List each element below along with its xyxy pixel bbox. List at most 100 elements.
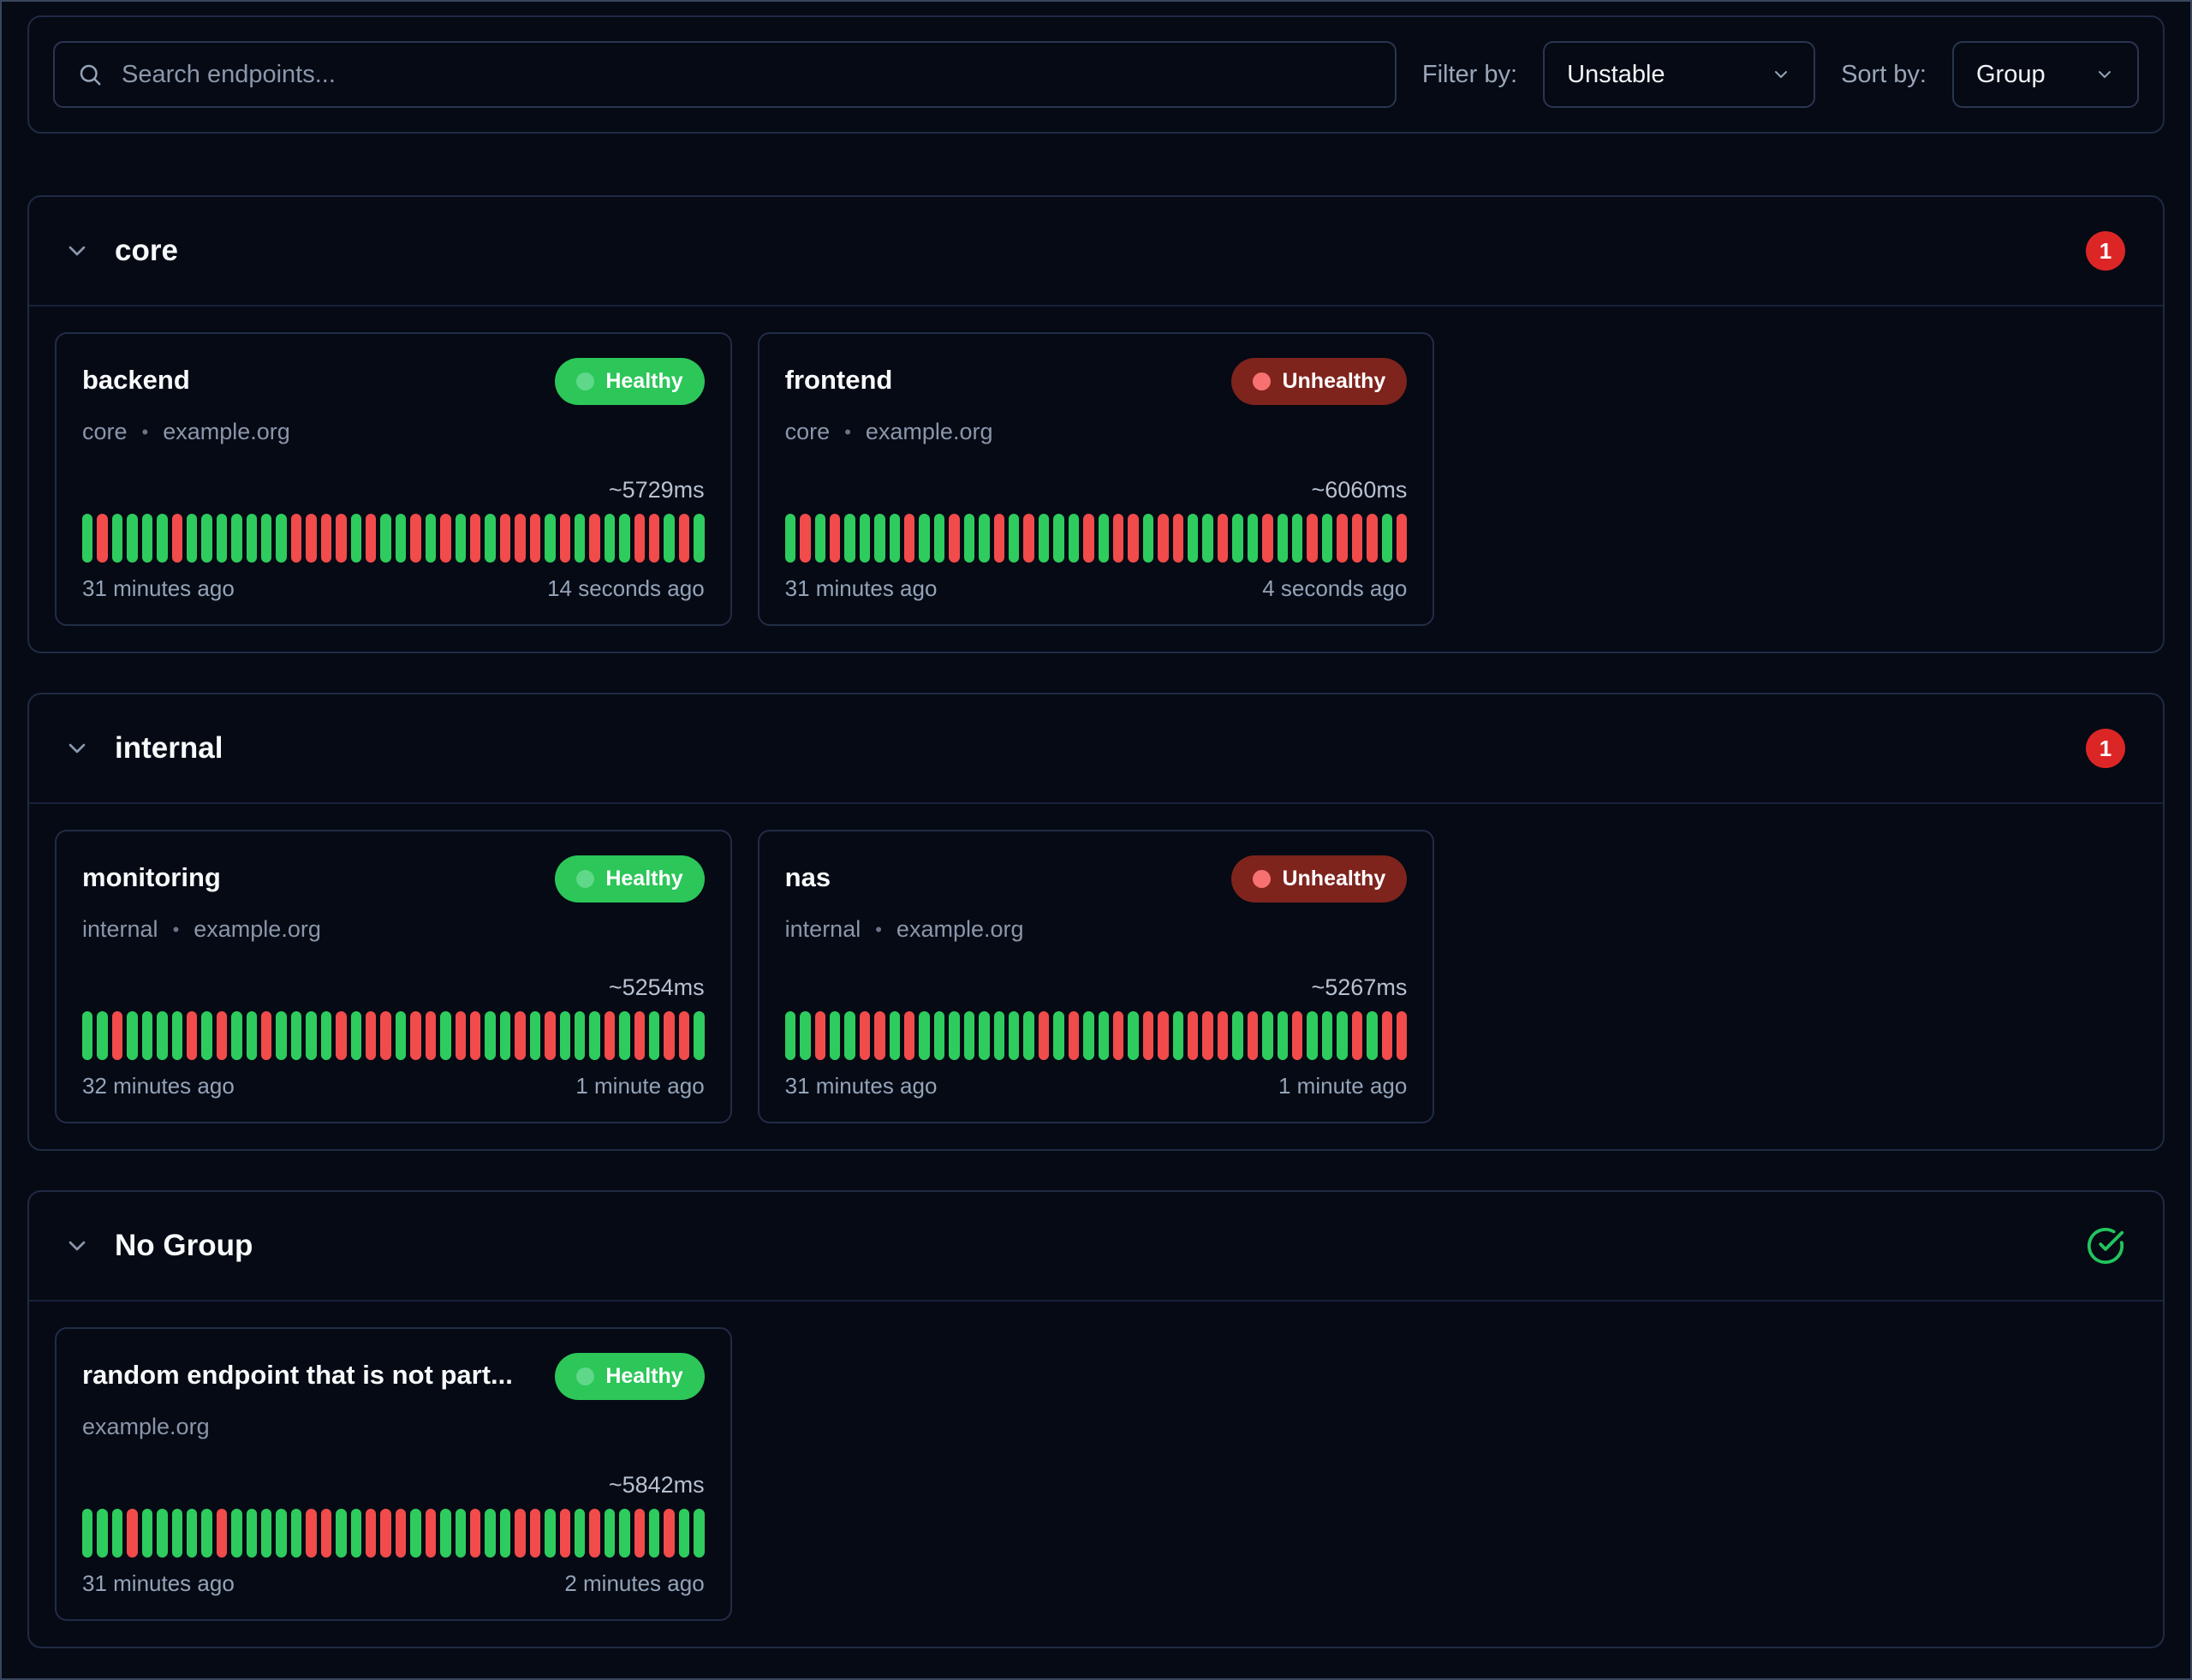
health-bar[interactable]	[964, 1011, 974, 1060]
health-bar[interactable]	[1188, 514, 1198, 563]
health-bar[interactable]	[1248, 514, 1258, 563]
health-bar[interactable]	[1083, 1011, 1093, 1060]
health-bar[interactable]	[1352, 514, 1362, 563]
health-bar[interactable]	[247, 1011, 257, 1060]
health-bar[interactable]	[1367, 1011, 1377, 1060]
group-header-internal[interactable]: internal 1	[29, 694, 2163, 804]
health-bar[interactable]	[545, 1011, 555, 1060]
search-input[interactable]	[122, 61, 1373, 89]
health-bar[interactable]	[1337, 514, 1347, 563]
health-bar[interactable]	[605, 514, 615, 563]
health-bar[interactable]	[1202, 514, 1212, 563]
health-bar[interactable]	[860, 514, 870, 563]
health-bar[interactable]	[515, 1011, 525, 1060]
health-bar[interactable]	[456, 1011, 466, 1060]
health-bar[interactable]	[934, 514, 944, 563]
health-bar[interactable]	[456, 514, 466, 563]
health-bar[interactable]	[157, 1509, 167, 1558]
health-bar[interactable]	[410, 1509, 420, 1558]
health-bar[interactable]	[276, 1011, 286, 1060]
health-bar[interactable]	[1352, 1011, 1362, 1060]
health-bar[interactable]	[605, 1011, 615, 1060]
health-bar[interactable]	[1382, 514, 1392, 563]
health-bar[interactable]	[1023, 514, 1033, 563]
health-bar[interactable]	[440, 1011, 450, 1060]
health-bar[interactable]	[979, 1011, 989, 1060]
health-bar[interactable]	[1069, 1011, 1079, 1060]
health-bar[interactable]	[515, 1509, 525, 1558]
health-bar[interactable]	[1009, 514, 1019, 563]
health-bar[interactable]	[589, 1011, 599, 1060]
health-bar[interactable]	[276, 1509, 286, 1558]
health-bar[interactable]	[844, 1011, 855, 1060]
health-bar[interactable]	[575, 1011, 585, 1060]
health-bar[interactable]	[112, 514, 122, 563]
health-bar[interactable]	[82, 514, 92, 563]
health-bar[interactable]	[904, 1011, 914, 1060]
endpoint-card-monitoring[interactable]: monitoring Healthy internal • example.or…	[55, 830, 732, 1123]
health-bar[interactable]	[321, 1509, 331, 1558]
health-bar[interactable]	[82, 1509, 92, 1558]
health-bar[interactable]	[380, 1509, 390, 1558]
health-bar[interactable]	[815, 514, 825, 563]
health-bar[interactable]	[694, 514, 704, 563]
health-bar[interactable]	[217, 1011, 227, 1060]
health-bar[interactable]	[291, 1011, 301, 1060]
health-bar[interactable]	[1367, 514, 1377, 563]
health-bar[interactable]	[815, 1011, 825, 1060]
uptime-bars[interactable]	[82, 514, 705, 563]
health-bar[interactable]	[380, 514, 390, 563]
health-bar[interactable]	[217, 1509, 227, 1558]
health-bar[interactable]	[919, 1011, 929, 1060]
health-bar[interactable]	[634, 1509, 645, 1558]
health-bar[interactable]	[172, 514, 182, 563]
health-bar[interactable]	[336, 514, 346, 563]
health-bar[interactable]	[890, 514, 900, 563]
health-bar[interactable]	[1143, 514, 1153, 563]
health-bar[interactable]	[261, 1011, 271, 1060]
health-bar[interactable]	[530, 1509, 540, 1558]
health-bar[interactable]	[664, 1509, 674, 1558]
health-bar[interactable]	[664, 514, 674, 563]
health-bar[interactable]	[247, 1509, 257, 1558]
health-bar[interactable]	[560, 1011, 570, 1060]
health-bar[interactable]	[530, 1011, 540, 1060]
health-bar[interactable]	[261, 1509, 271, 1558]
health-bar[interactable]	[97, 514, 107, 563]
health-bar[interactable]	[1053, 514, 1063, 563]
health-bar[interactable]	[1218, 1011, 1228, 1060]
health-bar[interactable]	[112, 1509, 122, 1558]
health-bar[interactable]	[1173, 1011, 1183, 1060]
health-bar[interactable]	[649, 514, 659, 563]
health-bar[interactable]	[1099, 1011, 1109, 1060]
health-bar[interactable]	[187, 1509, 197, 1558]
health-bar[interactable]	[485, 514, 495, 563]
health-bar[interactable]	[321, 514, 331, 563]
health-bar[interactable]	[97, 1011, 107, 1060]
health-bar[interactable]	[649, 1509, 659, 1558]
health-bar[interactable]	[619, 514, 629, 563]
health-bar[interactable]	[694, 1509, 704, 1558]
health-bar[interactable]	[276, 514, 286, 563]
health-bar[interactable]	[410, 514, 420, 563]
health-bar[interactable]	[1397, 1011, 1407, 1060]
health-bar[interactable]	[1262, 514, 1272, 563]
health-bar[interactable]	[619, 1509, 629, 1558]
health-bar[interactable]	[351, 514, 361, 563]
health-bar[interactable]	[890, 1011, 900, 1060]
endpoint-card-frontend[interactable]: frontend Unhealthy core • example.org ~6…	[758, 332, 1435, 626]
health-bar[interactable]	[1039, 1011, 1049, 1060]
health-bar[interactable]	[1202, 1011, 1212, 1060]
group-header-no-group[interactable]: No Group	[29, 1192, 2163, 1302]
health-bar[interactable]	[800, 514, 810, 563]
health-bar[interactable]	[336, 1509, 346, 1558]
health-bar[interactable]	[1009, 1011, 1019, 1060]
uptime-bars[interactable]	[82, 1011, 705, 1060]
health-bar[interactable]	[1069, 514, 1079, 563]
health-bar[interactable]	[785, 1011, 795, 1060]
health-bar[interactable]	[979, 514, 989, 563]
health-bar[interactable]	[664, 1011, 674, 1060]
health-bar[interactable]	[187, 1011, 197, 1060]
health-bar[interactable]	[440, 1509, 450, 1558]
health-bar[interactable]	[336, 1011, 346, 1060]
